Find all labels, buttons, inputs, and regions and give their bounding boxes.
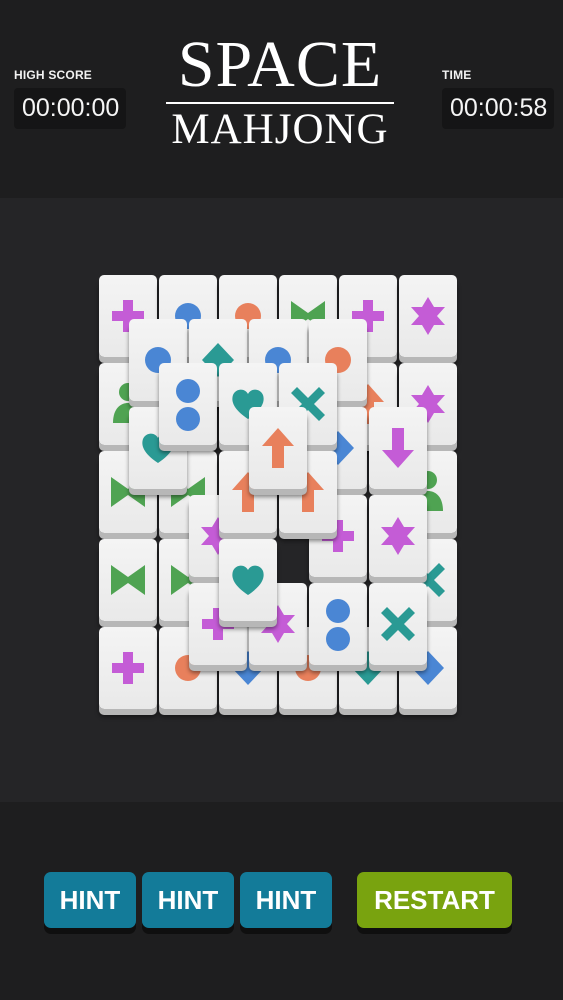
- high-score-value: 00:00:00: [14, 88, 126, 129]
- arrow-down-icon: [382, 428, 414, 468]
- heart-icon: [232, 565, 264, 595]
- hint-button-1[interactable]: HINT: [44, 872, 136, 928]
- bowtie-icon: [111, 565, 145, 595]
- tile-bowtie-green[interactable]: [99, 539, 157, 621]
- star-icon: [381, 517, 415, 555]
- high-score-panel: HIGH SCORE 00:00:00: [14, 68, 126, 129]
- title-line-space: SPACE: [177, 28, 383, 101]
- time-value: 00:00:58: [442, 88, 554, 129]
- hint-button-3[interactable]: HINT: [240, 872, 332, 928]
- time-panel: TIME 00:00:58: [442, 68, 554, 129]
- arrow-up-icon: [262, 428, 294, 468]
- star-icon: [411, 297, 445, 335]
- tile-two-circles-blue[interactable]: [159, 363, 217, 445]
- game-title: SPACE MAHJONG: [160, 30, 400, 152]
- cross-icon: [381, 607, 415, 641]
- tile-star-purple[interactable]: [399, 275, 457, 357]
- tile-arrow-up-orange[interactable]: [249, 407, 307, 489]
- high-score-label: HIGH SCORE: [14, 68, 93, 82]
- two-circles-icon: [326, 599, 350, 651]
- tile-two-circles-blue[interactable]: [309, 583, 367, 665]
- title-divider: [166, 102, 394, 104]
- tile-cross-teal[interactable]: [369, 583, 427, 665]
- header-bar: HIGH SCORE 00:00:00 SPACE MAHJONG TIME 0…: [0, 0, 563, 198]
- restart-button[interactable]: RESTART: [357, 872, 512, 928]
- tile-heart-teal[interactable]: [219, 539, 277, 621]
- time-label: TIME: [442, 68, 472, 82]
- two-circles-icon: [176, 379, 200, 431]
- tile-plus-purple[interactable]: [99, 627, 157, 709]
- tile-arrow-down-purple[interactable]: [369, 407, 427, 489]
- tile-star-purple[interactable]: [369, 495, 427, 577]
- plus-icon: [112, 652, 144, 684]
- hint-button-2[interactable]: HINT: [142, 872, 234, 928]
- title-line-mahjong: MAHJONG: [171, 106, 389, 153]
